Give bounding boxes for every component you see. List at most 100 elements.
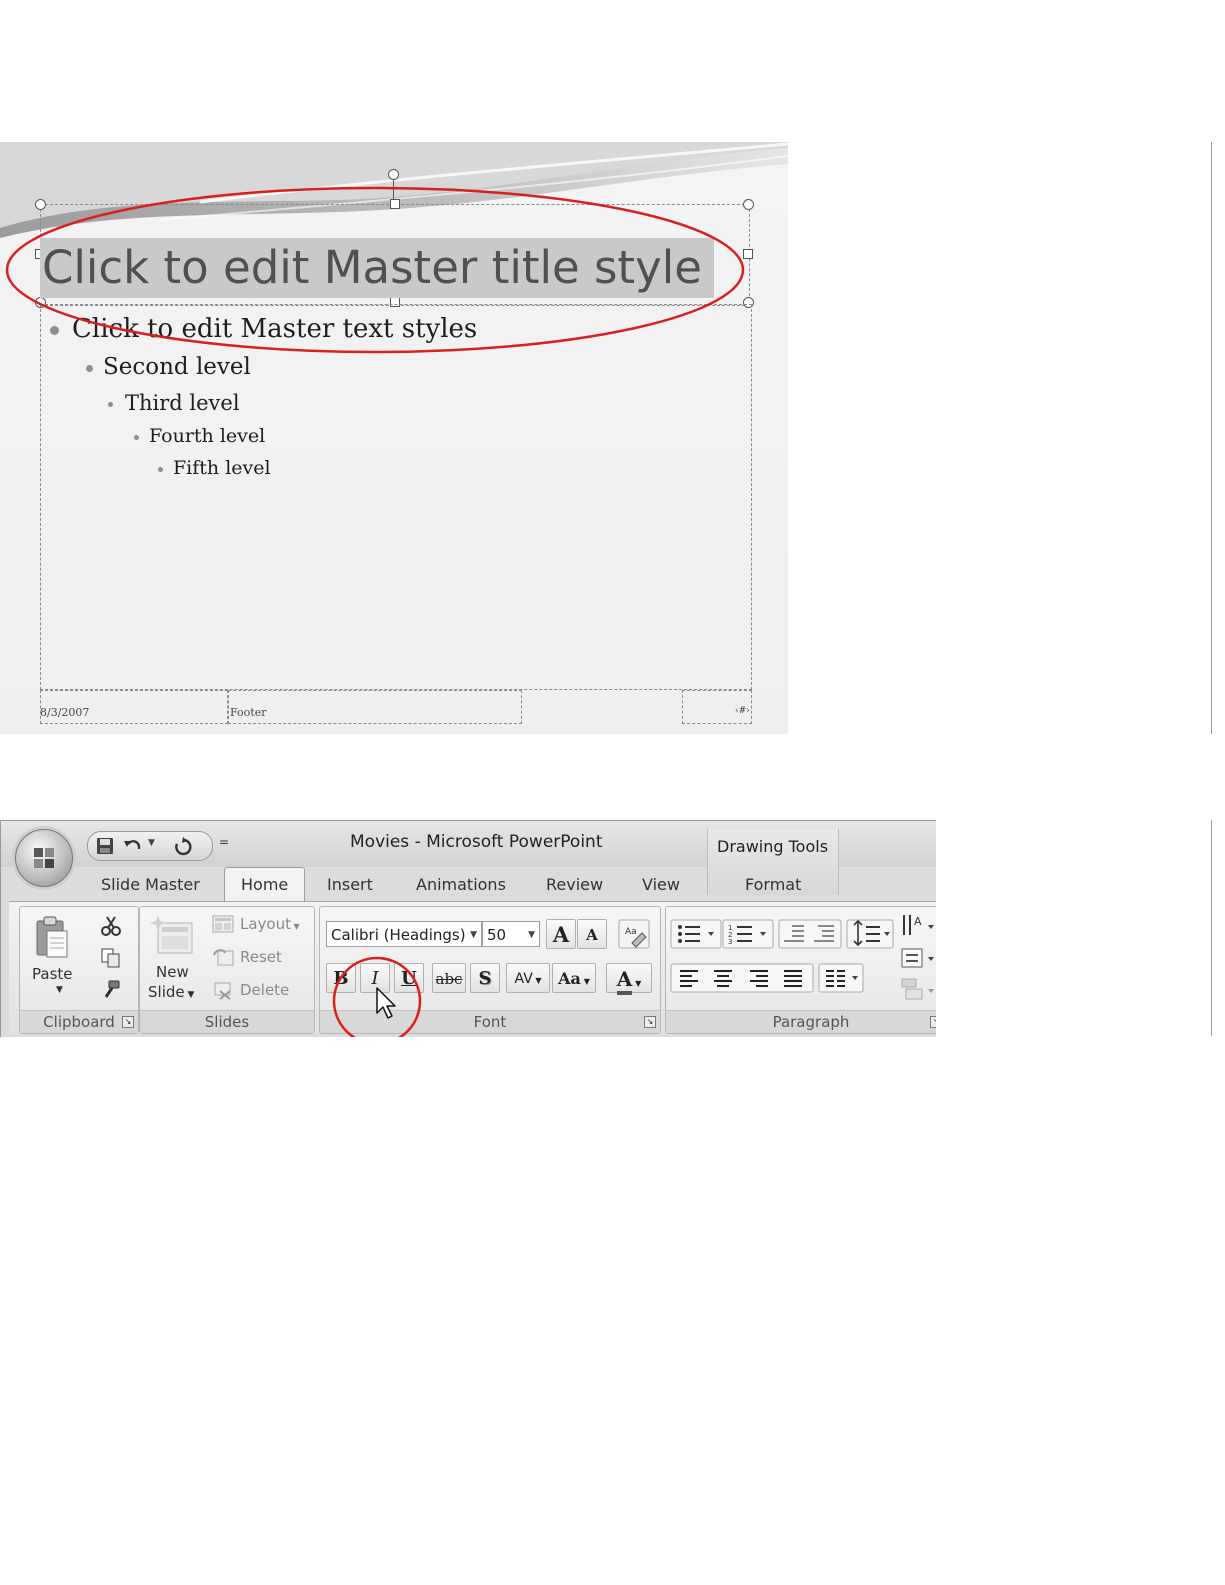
tab-format[interactable]: Format	[745, 875, 801, 894]
paragraph-dialog-launcher-icon[interactable]: ↘	[930, 1016, 936, 1028]
new-slide-icon[interactable]	[150, 915, 196, 957]
justify-icon[interactable]	[775, 963, 810, 993]
drawing-tools-title: Drawing Tools	[717, 837, 829, 856]
master-title-text[interactable]: Click to edit Master title style	[40, 238, 714, 298]
font-color-dropdown-icon: ▼	[632, 978, 642, 988]
bullet-level-2[interactable]: Second level	[86, 354, 251, 380]
character-spacing-button[interactable]: AV ▼	[506, 963, 550, 993]
layout-button[interactable]: Layout ▼	[240, 915, 300, 933]
clipboard-dialog-launcher-icon[interactable]: ↘	[122, 1016, 134, 1028]
font-name-dropdown-icon[interactable]: ▼	[467, 922, 477, 946]
footer-text: Footer	[230, 706, 267, 719]
change-case-label: Aa	[558, 969, 581, 988]
bullet-icon	[50, 325, 59, 335]
alignment-strip	[670, 963, 870, 993]
change-case-button[interactable]: Aa ▼	[552, 963, 596, 993]
office-logo-icon	[34, 848, 54, 868]
tab-slide-master[interactable]: Slide Master	[101, 875, 200, 894]
tab-view[interactable]: View	[642, 875, 680, 894]
slide-master-canvas[interactable]: Click to edit Master title style Click t…	[0, 142, 788, 734]
page-edge-line	[1211, 142, 1212, 734]
svg-text:A: A	[914, 915, 922, 928]
resize-handle-top-left[interactable]	[35, 199, 46, 210]
strikethrough-button[interactable]: abc	[432, 963, 466, 993]
tab-home[interactable]: Home	[224, 867, 306, 902]
undo-icon[interactable]	[122, 836, 144, 856]
paste-dropdown-icon[interactable]: ▼	[56, 985, 63, 995]
bullet-icon	[108, 402, 113, 407]
character-spacing-label: AV	[514, 971, 533, 987]
resize-handle-top-right[interactable]	[743, 199, 754, 210]
font-name-combo[interactable]: Calibri (Headings) ▼	[326, 921, 482, 947]
layout-label: Layout	[240, 915, 291, 933]
change-case-dropdown-icon: ▼	[580, 976, 590, 986]
reset-icon	[213, 949, 234, 966]
font-color-button[interactable]: A ▼	[606, 963, 652, 995]
office-button[interactable]	[15, 829, 73, 887]
page-edge-line	[1211, 820, 1212, 1036]
bullet-level-5[interactable]: Fifth level	[158, 457, 271, 479]
align-center-icon[interactable]	[705, 963, 740, 993]
tab-insert[interactable]: Insert	[327, 875, 373, 894]
bullet-icon	[134, 434, 139, 440]
font-dialog-launcher-icon[interactable]: ↘	[644, 1016, 656, 1028]
copy-icon[interactable]	[100, 947, 122, 969]
new-slide-label-text: Slide	[148, 983, 185, 1001]
group-paragraph: 1 2 3 A Paragraph	[665, 906, 936, 1034]
ribbon-tabs: Slide Master Home Insert Animations Revi…	[1, 867, 936, 902]
grow-shrink-strip: A A	[546, 919, 608, 949]
new-slide-label-line2[interactable]: Slide ▼	[148, 983, 194, 1001]
group-label-slides: Slides	[140, 1010, 314, 1033]
smartart-convert-icon[interactable]	[898, 977, 936, 1003]
group-label-paragraph: Paragraph	[666, 1010, 936, 1033]
bullet-level-1[interactable]: Click to edit Master text styles	[50, 314, 477, 344]
bullet-level-5-text: Fifth level	[173, 457, 271, 479]
footer-placeholder[interactable]	[228, 690, 522, 724]
text-direction-icon[interactable]: A	[898, 911, 936, 941]
undo-dropdown-icon[interactable]: ▼	[148, 838, 155, 848]
svg-text:3: 3	[728, 938, 732, 946]
quick-access-toolbar: ▼	[87, 831, 213, 861]
save-icon[interactable]	[94, 836, 116, 856]
tab-review[interactable]: Review	[546, 875, 603, 894]
tab-animations[interactable]: Animations	[416, 875, 506, 894]
columns-icon[interactable]	[818, 963, 864, 993]
align-right-icon[interactable]	[740, 963, 775, 993]
bullet-level-3[interactable]: Third level	[108, 391, 240, 415]
clear-formatting-icon[interactable]: Aa	[618, 919, 650, 949]
bullet-icon	[86, 364, 93, 372]
customize-qat-icon[interactable]: =	[219, 835, 229, 849]
shrink-font-button[interactable]: A	[577, 919, 607, 949]
bullet-level-4[interactable]: Fourth level	[134, 425, 265, 447]
mouse-cursor-icon	[376, 987, 396, 1019]
shadow-button[interactable]: S	[470, 963, 500, 993]
align-left-icon[interactable]	[670, 963, 705, 993]
font-name-value: Calibri (Headings)	[331, 926, 466, 944]
paste-icon[interactable]	[34, 915, 70, 961]
bullet-level-3-text: Third level	[125, 391, 240, 415]
font-size-dropdown-icon[interactable]: ▼	[528, 922, 535, 946]
indent-buttons-icon[interactable]	[778, 919, 842, 949]
bullets-icon[interactable]	[670, 919, 722, 949]
group-label-clipboard: Clipboard	[20, 1010, 138, 1033]
bullet-level-2-text: Second level	[103, 354, 251, 380]
paste-button-label[interactable]: Paste	[32, 965, 73, 983]
delete-button[interactable]: Delete	[240, 981, 289, 999]
numbering-icon[interactable]: 1 2 3	[722, 919, 774, 949]
layout-dropdown-icon: ▼	[291, 922, 300, 931]
redo-icon[interactable]	[172, 836, 194, 856]
group-clipboard: Paste ▼ Clipboard ↘	[19, 906, 139, 1034]
font-size-value: 50	[487, 926, 507, 944]
reset-button[interactable]: Reset	[240, 948, 282, 966]
grow-font-button[interactable]: A	[546, 919, 576, 949]
bullet-level-4-text: Fourth level	[149, 425, 266, 447]
rotation-handle[interactable]	[388, 169, 399, 180]
font-size-combo[interactable]: 50 ▼	[482, 921, 540, 947]
resize-handle-top[interactable]	[390, 199, 400, 209]
align-text-icon[interactable]	[898, 945, 936, 971]
line-spacing-icon[interactable]	[846, 919, 894, 949]
format-painter-icon[interactable]	[100, 979, 122, 1001]
cut-icon[interactable]	[100, 915, 122, 937]
new-slide-label-line1[interactable]: New	[156, 963, 189, 981]
resize-handle-right[interactable]	[743, 249, 753, 259]
